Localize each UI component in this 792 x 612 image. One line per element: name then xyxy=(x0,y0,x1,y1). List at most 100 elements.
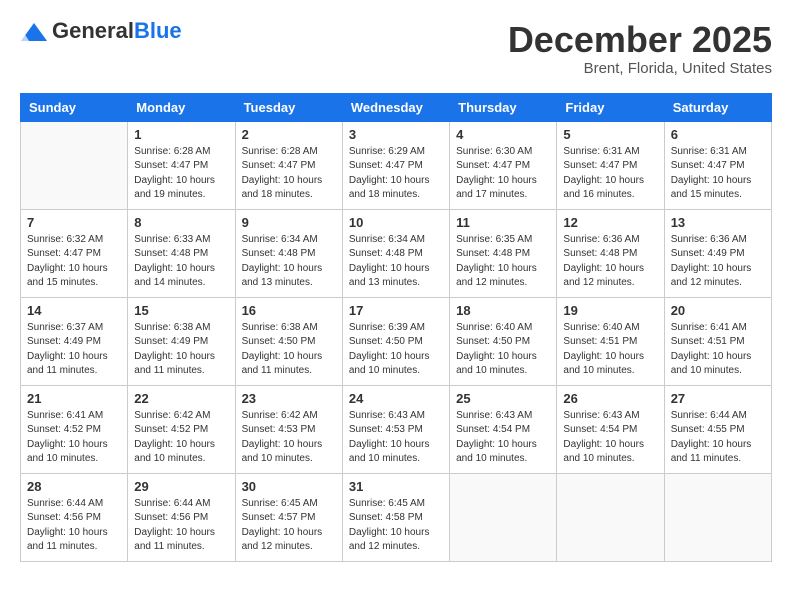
calendar-cell: 6Sunrise: 6:31 AMSunset: 4:47 PMDaylight… xyxy=(664,121,771,209)
weekday-header-cell: Thursday xyxy=(450,93,557,121)
calendar-cell: 15 Sunrise: 6:38 AMSunset: 4:49 PMDayligh… xyxy=(128,297,235,385)
calendar-cell: 16 Sunrise: 6:38 AMSunset: 4:50 PMDayligh… xyxy=(235,297,342,385)
calendar-cell: 4Sunrise: 6:30 AMSunset: 4:47 PMDaylight… xyxy=(450,121,557,209)
calendar-cell: 5Sunrise: 6:31 AMSunset: 4:47 PMDaylight… xyxy=(557,121,664,209)
calendar-cell: 11 Sunrise: 6:35 AMSunset: 4:48 PMDayligh… xyxy=(450,209,557,297)
day-info: Sunrise: 6:44 AMSunset: 4:56 PMDaylight:… xyxy=(134,497,228,555)
day-number: 17 xyxy=(349,303,443,318)
logo: GeneralBlue xyxy=(20,20,182,42)
calendar-table: SundayMondayTuesdayWednesdayThursdayFrid… xyxy=(20,93,772,562)
calendar-cell: 1 Sunrise: 6:28 AMSunset: 4:47 PMDaylight… xyxy=(128,121,235,209)
page-header: GeneralBlue December 2025 Brent, Florida… xyxy=(20,20,772,77)
calendar-cell: 23 Sunrise: 6:42 AMSunset: 4:53 PMDayligh… xyxy=(235,385,342,473)
day-number: 11 xyxy=(456,215,550,230)
day-info: Sunrise: 6:41 AMSunset: 4:51 PMDaylight:… xyxy=(671,321,765,379)
day-number: 13 xyxy=(671,215,765,230)
day-number: 3 xyxy=(349,127,443,142)
calendar-cell: 10Sunrise: 6:34 AMSunset: 4:48 PMDayligh… xyxy=(342,209,449,297)
calendar-cell: 2 Sunrise: 6:28 AMSunset: 4:47 PMDaylight… xyxy=(235,121,342,209)
day-number: 29 xyxy=(134,479,228,494)
day-number: 30 xyxy=(242,479,336,494)
calendar-cell: 3Sunrise: 6:29 AMSunset: 4:47 PMDaylight… xyxy=(342,121,449,209)
day-number: 21 xyxy=(27,391,121,406)
calendar-cell: 14 Sunrise: 6:37 AMSunset: 4:49 PMDayligh… xyxy=(21,297,128,385)
day-info: Sunrise: 6:28 AMSunset: 4:47 PMDaylight:… xyxy=(242,145,336,203)
calendar-cell: 12Sunrise: 6:36 AMSunset: 4:48 PMDayligh… xyxy=(557,209,664,297)
calendar-cell: 29 Sunrise: 6:44 AMSunset: 4:56 PMDayligh… xyxy=(128,473,235,561)
day-number: 7 xyxy=(27,215,121,230)
location: Brent, Florida, United States xyxy=(508,60,772,77)
day-number: 6 xyxy=(671,127,765,142)
calendar-cell: 17 Sunrise: 6:39 AMSunset: 4:50 PMDayligh… xyxy=(342,297,449,385)
logo-icon xyxy=(20,23,48,41)
calendar-week-row: 1 Sunrise: 6:28 AMSunset: 4:47 PMDaylight… xyxy=(21,121,772,209)
logo-text: GeneralBlue xyxy=(52,20,182,42)
day-number: 22 xyxy=(134,391,228,406)
day-number: 14 xyxy=(27,303,121,318)
calendar-week-row: 21 Sunrise: 6:41 AMSunset: 4:52 PMDayligh… xyxy=(21,385,772,473)
day-info: Sunrise: 6:37 AMSunset: 4:49 PMDaylight:… xyxy=(27,321,121,379)
calendar-week-row: 14 Sunrise: 6:37 AMSunset: 4:49 PMDayligh… xyxy=(21,297,772,385)
day-number: 20 xyxy=(671,303,765,318)
calendar-cell: 21 Sunrise: 6:41 AMSunset: 4:52 PMDayligh… xyxy=(21,385,128,473)
day-info: Sunrise: 6:35 AMSunset: 4:48 PMDaylight:… xyxy=(456,233,550,291)
day-info: Sunrise: 6:38 AMSunset: 4:49 PMDaylight:… xyxy=(134,321,228,379)
day-info: Sunrise: 6:36 AMSunset: 4:49 PMDaylight:… xyxy=(671,233,765,291)
day-info: Sunrise: 6:45 AMSunset: 4:58 PMDaylight:… xyxy=(349,497,443,555)
day-number: 25 xyxy=(456,391,550,406)
calendar-cell: 27Sunrise: 6:44 AMSunset: 4:55 PMDayligh… xyxy=(664,385,771,473)
day-number: 2 xyxy=(242,127,336,142)
calendar-cell: 9 Sunrise: 6:34 AMSunset: 4:48 PMDaylight… xyxy=(235,209,342,297)
calendar-cell xyxy=(21,121,128,209)
calendar-cell xyxy=(557,473,664,561)
title-block: December 2025 Brent, Florida, United Sta… xyxy=(508,20,772,77)
day-number: 1 xyxy=(134,127,228,142)
day-number: 23 xyxy=(242,391,336,406)
calendar-cell: 19Sunrise: 6:40 AMSunset: 4:51 PMDayligh… xyxy=(557,297,664,385)
weekday-header-cell: Tuesday xyxy=(235,93,342,121)
day-info: Sunrise: 6:28 AMSunset: 4:47 PMDaylight:… xyxy=(134,145,228,203)
calendar-cell: 31 Sunrise: 6:45 AMSunset: 4:58 PMDayligh… xyxy=(342,473,449,561)
day-number: 27 xyxy=(671,391,765,406)
day-number: 28 xyxy=(27,479,121,494)
day-number: 5 xyxy=(563,127,657,142)
day-info: Sunrise: 6:34 AMSunset: 4:48 PMDaylight:… xyxy=(242,233,336,291)
calendar-cell: 18 Sunrise: 6:40 AMSunset: 4:50 PMDayligh… xyxy=(450,297,557,385)
day-info: Sunrise: 6:33 AMSunset: 4:48 PMDaylight:… xyxy=(134,233,228,291)
day-info: Sunrise: 6:42 AMSunset: 4:53 PMDaylight:… xyxy=(242,409,336,467)
day-number: 8 xyxy=(134,215,228,230)
day-info: Sunrise: 6:43 AMSunset: 4:54 PMDaylight:… xyxy=(563,409,657,467)
weekday-header-cell: Sunday xyxy=(21,93,128,121)
day-number: 9 xyxy=(242,215,336,230)
calendar-cell: 26 Sunrise: 6:43 AMSunset: 4:54 PMDayligh… xyxy=(557,385,664,473)
weekday-header-cell: Monday xyxy=(128,93,235,121)
day-info: Sunrise: 6:36 AMSunset: 4:48 PMDaylight:… xyxy=(563,233,657,291)
weekday-header-cell: Wednesday xyxy=(342,93,449,121)
day-info: Sunrise: 6:45 AMSunset: 4:57 PMDaylight:… xyxy=(242,497,336,555)
day-info: Sunrise: 6:43 AMSunset: 4:54 PMDaylight:… xyxy=(456,409,550,467)
calendar-cell xyxy=(664,473,771,561)
day-info: Sunrise: 6:34 AMSunset: 4:48 PMDaylight:… xyxy=(349,233,443,291)
day-number: 18 xyxy=(456,303,550,318)
calendar-cell xyxy=(450,473,557,561)
day-info: Sunrise: 6:39 AMSunset: 4:50 PMDaylight:… xyxy=(349,321,443,379)
day-info: Sunrise: 6:40 AMSunset: 4:50 PMDaylight:… xyxy=(456,321,550,379)
weekday-header-cell: Saturday xyxy=(664,93,771,121)
day-number: 26 xyxy=(563,391,657,406)
day-info: Sunrise: 6:38 AMSunset: 4:50 PMDaylight:… xyxy=(242,321,336,379)
day-number: 15 xyxy=(134,303,228,318)
day-info: Sunrise: 6:41 AMSunset: 4:52 PMDaylight:… xyxy=(27,409,121,467)
weekday-header-cell: Friday xyxy=(557,93,664,121)
calendar-cell: 8 Sunrise: 6:33 AMSunset: 4:48 PMDaylight… xyxy=(128,209,235,297)
calendar-cell: 20 Sunrise: 6:41 AMSunset: 4:51 PMDayligh… xyxy=(664,297,771,385)
calendar-cell: 22 Sunrise: 6:42 AMSunset: 4:52 PMDayligh… xyxy=(128,385,235,473)
month-title: December 2025 xyxy=(508,20,772,60)
calendar-week-row: 7Sunrise: 6:32 AMSunset: 4:47 PMDaylight… xyxy=(21,209,772,297)
day-info: Sunrise: 6:43 AMSunset: 4:53 PMDaylight:… xyxy=(349,409,443,467)
day-number: 31 xyxy=(349,479,443,494)
day-number: 16 xyxy=(242,303,336,318)
calendar-cell: 13 Sunrise: 6:36 AMSunset: 4:49 PMDayligh… xyxy=(664,209,771,297)
day-info: Sunrise: 6:44 AMSunset: 4:56 PMDaylight:… xyxy=(27,497,121,555)
day-number: 24 xyxy=(349,391,443,406)
day-info: Sunrise: 6:42 AMSunset: 4:52 PMDaylight:… xyxy=(134,409,228,467)
